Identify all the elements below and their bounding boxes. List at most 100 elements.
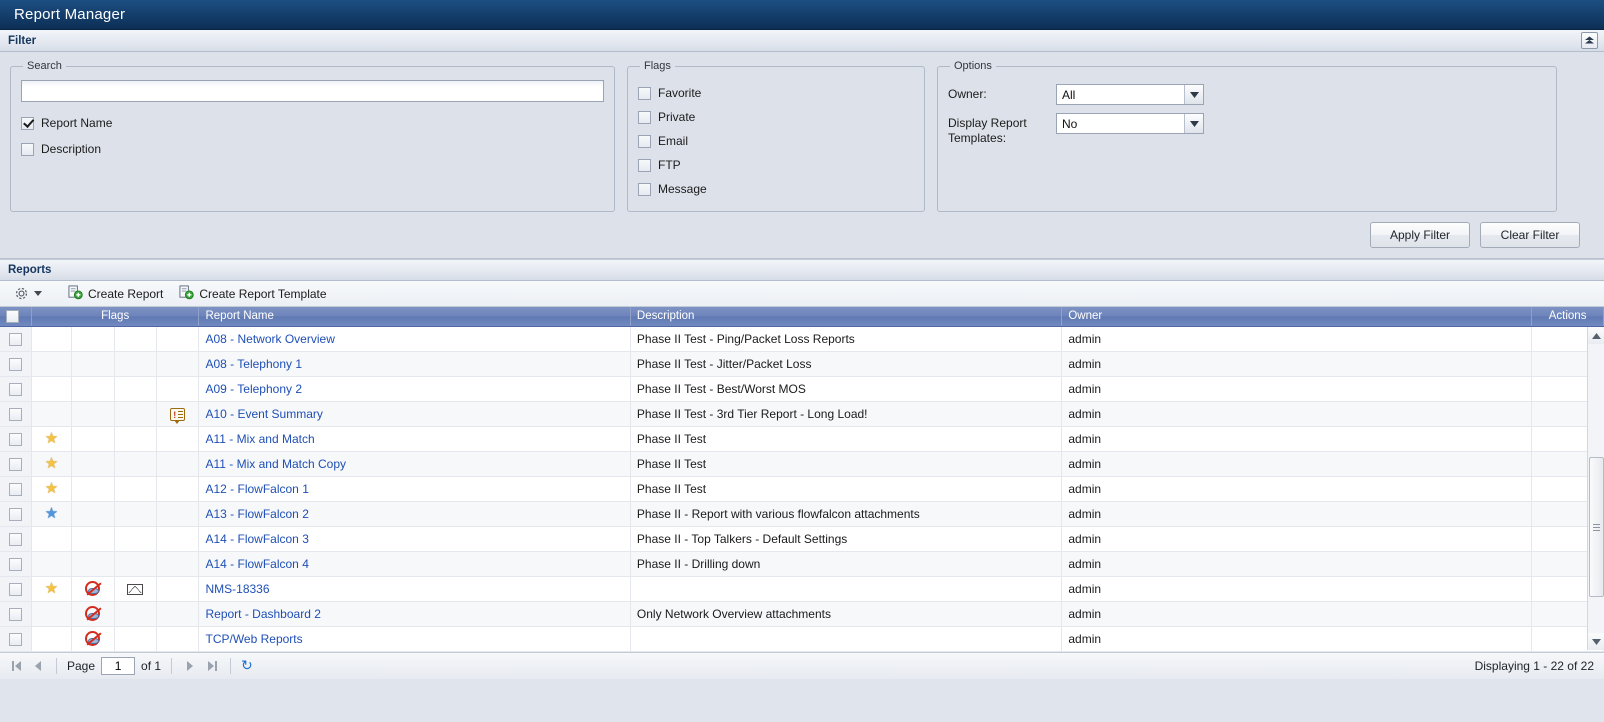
report-name-link[interactable]: A08 - Telephony 1 (205, 357, 302, 371)
flag-checkbox-favorite[interactable]: Favorite (638, 86, 914, 100)
star-gold-icon[interactable]: ★ (45, 430, 58, 447)
last-page-icon[interactable] (204, 658, 220, 674)
gear-icon[interactable] (14, 286, 29, 301)
row-select-cell[interactable] (0, 376, 32, 402)
message-icon[interactable]: ! (170, 407, 186, 424)
checkbox-favorite[interactable] (638, 86, 651, 100)
report-name-link[interactable]: NMS-18336 (205, 582, 269, 596)
table-row[interactable]: ★ A11 - Mix and Match Copy Phase II Test ad… (0, 451, 1604, 477)
checkbox-report-name[interactable] (21, 116, 34, 130)
report-name-link[interactable]: A11 - Mix and Match Copy (205, 457, 346, 471)
report-name-link[interactable]: A14 - FlowFalcon 3 (205, 532, 308, 546)
star-gold-icon[interactable]: ★ (45, 480, 58, 497)
report-name-link[interactable]: A10 - Event Summary (205, 407, 322, 421)
report-name-link[interactable]: A09 - Telephony 2 (205, 382, 302, 396)
chevron-down-icon[interactable] (34, 291, 42, 296)
table-row[interactable]: Report - Dashboard 2 Only Network Overvie… (0, 601, 1604, 627)
next-page-icon[interactable] (182, 658, 198, 674)
chevron-down-icon[interactable] (1184, 85, 1203, 104)
prev-page-icon[interactable] (30, 658, 46, 674)
row-select-cell[interactable] (0, 526, 32, 552)
report-name-link[interactable]: A12 - FlowFalcon 1 (205, 482, 308, 496)
row-select-checkbox[interactable] (8, 607, 22, 621)
private-icon[interactable] (85, 581, 101, 597)
table-row[interactable]: A09 - Telephony 2 Phase II Test - Best/Wo… (0, 376, 1604, 402)
search-checkbox-report-name[interactable]: Report Name (21, 116, 604, 130)
flag-checkbox-email[interactable]: Email (638, 134, 914, 148)
table-row[interactable]: A14 - FlowFalcon 4 Phase II - Drilling do… (0, 551, 1604, 577)
display-templates-select[interactable]: No (1056, 113, 1204, 134)
star-gold-icon[interactable]: ★ (45, 580, 58, 597)
column-header-owner[interactable]: Owner (1061, 307, 1533, 327)
row-select-cell[interactable] (0, 601, 32, 627)
table-row[interactable]: ★ A11 - Mix and Match Phase II Test admin (0, 426, 1604, 452)
checkbox-email[interactable] (638, 134, 651, 148)
row-select-checkbox[interactable] (8, 332, 22, 346)
scrollbar-thumb[interactable] (1589, 457, 1604, 597)
select-all-checkbox[interactable] (6, 309, 19, 323)
create-report-button[interactable]: Create Report (62, 283, 169, 305)
row-select-checkbox[interactable] (8, 407, 22, 421)
row-select-checkbox[interactable] (8, 432, 22, 446)
collapse-up-icon[interactable] (1581, 32, 1598, 49)
row-select-cell[interactable] (0, 576, 32, 602)
column-header-flags[interactable]: Flags (31, 307, 200, 327)
first-page-icon[interactable] (8, 658, 24, 674)
select-all-header[interactable] (0, 307, 32, 327)
flag-checkbox-message[interactable]: Message (638, 182, 914, 196)
chevron-down-icon[interactable] (1184, 114, 1203, 133)
column-header-report-name[interactable]: Report Name (198, 307, 631, 327)
row-select-cell[interactable] (0, 451, 32, 477)
scroll-up-arrow-icon[interactable] (1588, 327, 1604, 344)
row-select-checkbox[interactable] (8, 482, 22, 496)
report-name-link[interactable]: TCP/Web Reports (205, 632, 302, 646)
row-select-cell[interactable] (0, 326, 32, 352)
row-select-cell[interactable] (0, 351, 32, 377)
row-select-checkbox[interactable] (8, 507, 22, 521)
page-number-input[interactable] (101, 656, 136, 675)
row-select-checkbox[interactable] (8, 532, 22, 546)
checkbox-description[interactable] (21, 142, 34, 156)
grid-vertical-scrollbar[interactable] (1587, 327, 1604, 650)
row-select-checkbox[interactable] (8, 382, 22, 396)
table-row[interactable]: ★ NMS-18336 admin (0, 576, 1604, 602)
table-row[interactable]: ★ A12 - FlowFalcon 1 Phase II Test admin (0, 476, 1604, 502)
row-select-checkbox[interactable] (8, 457, 22, 471)
table-row[interactable]: TCP/Web Reports admin (0, 626, 1604, 652)
star-blue-icon[interactable]: ★ (45, 505, 58, 522)
row-select-cell[interactable] (0, 426, 32, 452)
email-icon[interactable] (127, 583, 144, 595)
column-header-actions[interactable]: Actions (1531, 307, 1604, 327)
table-row[interactable]: ★ A13 - FlowFalcon 2 Phase II - Report wit… (0, 501, 1604, 527)
table-row[interactable]: A08 - Network Overview Phase II Test - Pi… (0, 326, 1604, 352)
row-select-cell[interactable] (0, 626, 32, 652)
table-row[interactable]: A14 - FlowFalcon 3 Phase II - Top Talkers… (0, 526, 1604, 552)
search-input[interactable] (21, 80, 604, 102)
checkbox-private[interactable] (638, 110, 651, 124)
row-select-checkbox[interactable] (8, 632, 22, 646)
column-header-description[interactable]: Description (630, 307, 1063, 327)
private-icon[interactable] (85, 631, 101, 647)
row-select-cell[interactable] (0, 551, 32, 577)
private-icon[interactable] (85, 606, 101, 622)
table-row[interactable]: A08 - Telephony 1 Phase II Test - Jitter/… (0, 351, 1604, 377)
row-select-cell[interactable] (0, 476, 32, 502)
row-select-checkbox[interactable] (8, 557, 22, 571)
report-name-link[interactable]: A11 - Mix and Match (205, 432, 314, 446)
report-name-link[interactable]: A13 - FlowFalcon 2 (205, 507, 308, 521)
apply-filter-button[interactable]: Apply Filter (1370, 222, 1470, 248)
table-row[interactable]: ! A10 - Event Summary Phase II Test - 3rd … (0, 401, 1604, 427)
scroll-down-arrow-icon[interactable] (1588, 633, 1604, 650)
row-select-cell[interactable] (0, 501, 32, 527)
report-name-link[interactable]: A08 - Network Overview (205, 332, 334, 346)
report-name-link[interactable]: A14 - FlowFalcon 4 (205, 557, 308, 571)
checkbox-ftp[interactable] (638, 158, 651, 172)
row-select-cell[interactable] (0, 401, 32, 427)
owner-select[interactable]: All (1056, 84, 1204, 105)
row-select-checkbox[interactable] (8, 582, 22, 596)
flag-checkbox-private[interactable]: Private (638, 110, 914, 124)
row-select-checkbox[interactable] (8, 357, 22, 371)
create-report-template-button[interactable]: Create Report Template (173, 283, 332, 305)
checkbox-message[interactable] (638, 182, 651, 196)
star-gold-icon[interactable]: ★ (45, 455, 58, 472)
